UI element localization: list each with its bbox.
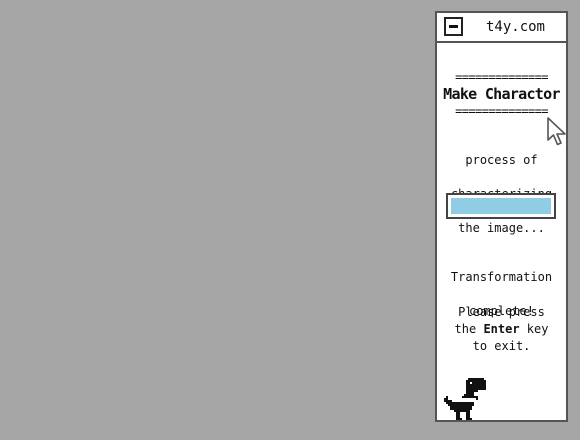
- instruction-line-2: the Enter key: [437, 321, 566, 338]
- minimize-button[interactable]: [444, 17, 463, 36]
- instruction-pre-key: the: [454, 322, 484, 336]
- window-title: t4y.com: [485, 19, 545, 35]
- mouse-cursor-icon: [547, 117, 566, 146]
- heading-rule-bottom: ==============: [455, 105, 548, 117]
- progress-bar: [446, 193, 556, 219]
- process-line-1: process of: [465, 153, 538, 167]
- dinosaur-icon: [444, 378, 486, 420]
- progress-fill: [451, 198, 551, 214]
- minimize-icon: [449, 25, 458, 28]
- heading-rule-top: ==============: [455, 71, 548, 83]
- app-window: t4y.com ============== Make Charactor ==…: [435, 11, 568, 422]
- exit-instructions: Please press the Enter key to exit.: [437, 304, 566, 355]
- status-line-1: Transformation: [450, 270, 553, 284]
- instruction-line-1: Please press: [458, 305, 545, 319]
- process-line-3: the image...: [458, 221, 545, 235]
- title-bar: t4y.com: [437, 13, 566, 43]
- instruction-post-key: key: [519, 322, 549, 336]
- page-heading: Make Charactor: [443, 85, 560, 103]
- enter-key-label: Enter: [483, 322, 520, 336]
- instruction-line-3: to exit.: [472, 339, 531, 353]
